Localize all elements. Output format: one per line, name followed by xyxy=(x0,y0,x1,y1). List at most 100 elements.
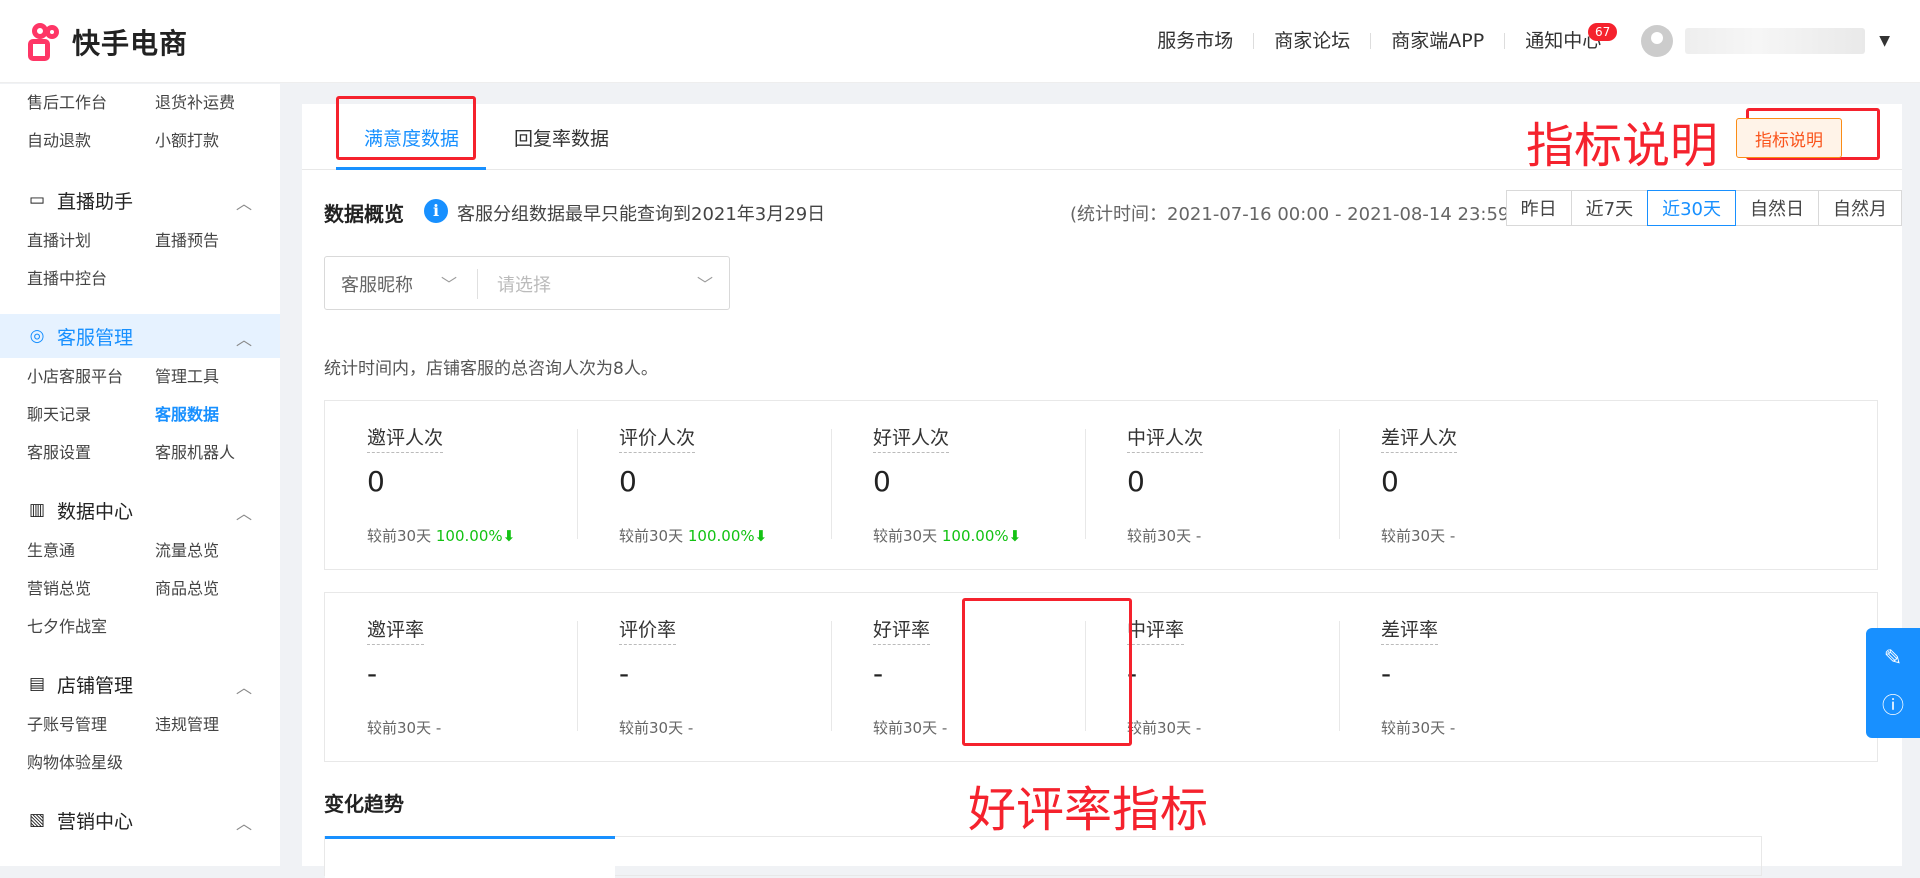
compare-change: - xyxy=(1449,719,1456,737)
chevron-down-icon: ﹀ xyxy=(441,275,458,294)
metric-value: 0 xyxy=(367,465,385,498)
sidebar-group-customer-service[interactable]: ◎ 客服管理 ︿ xyxy=(0,314,280,358)
metric-value: 0 xyxy=(873,465,891,498)
store-icon: ▤ xyxy=(28,674,46,694)
sidebar-group-marketing-center[interactable]: ▧ 营销中心 ︿ xyxy=(0,798,280,842)
compare-label: 较前30天 xyxy=(619,527,684,545)
sidebar-group-title: 店铺管理 xyxy=(57,674,134,697)
divider xyxy=(577,429,578,539)
top-nav: 服务市场 商家论坛 商家端APP 通知中心 67 ▼ xyxy=(1137,20,1890,62)
sidebar-item-shopping-rating[interactable]: 购物体验星级 xyxy=(27,744,155,782)
arrow-down-icon: ⬇ xyxy=(502,527,516,545)
caret-down-icon[interactable]: ▼ xyxy=(1879,33,1890,49)
date-range-selector: 昨日 近7天 近30天 自然日 自然月 xyxy=(1505,190,1902,226)
cs-nickname-filter[interactable]: 客服昵称 ﹀ 请选择 ﹀ xyxy=(324,256,730,310)
sidebar-item-live-plan[interactable]: 直播计划 xyxy=(27,222,155,260)
trend-icon: ▧ xyxy=(28,810,46,830)
overview-info-text: 客服分组数据最早只能查询到2021年3月29日 xyxy=(457,204,826,225)
compare-change: - xyxy=(687,719,694,737)
chevron-up-icon: ︿ xyxy=(235,194,252,213)
filter-field-select[interactable]: 客服昵称 xyxy=(341,271,413,297)
arrow-down-icon: ⬇ xyxy=(1008,527,1022,545)
sidebar-item-chat-records[interactable]: 聊天记录 xyxy=(27,396,155,434)
compare-label: 较前30天 xyxy=(1381,719,1446,737)
logo[interactable]: 快手电商 xyxy=(28,22,188,62)
compare-change: 100.00% xyxy=(435,527,503,545)
sidebar-item-cs-robot[interactable]: 客服机器人 xyxy=(155,434,280,472)
sidebar-item-shengyitong[interactable]: 生意通 xyxy=(27,532,155,570)
sidebar-item-product-overview[interactable]: 商品总览 xyxy=(155,570,280,608)
sidebar-item-violations[interactable]: 违规管理 xyxy=(155,706,280,744)
sidebar-item-auto-refund[interactable]: 自动退款 xyxy=(27,122,155,160)
sidebar: 售后工作台 退货补运费 自动退款 小额打款 ▭ 直播助手 ︿ 直播计划 直播预告… xyxy=(0,84,280,866)
sidebar-item-return-shipping[interactable]: 退货补运费 xyxy=(155,84,280,122)
metric-compare: 较前30天 100.00%⬇ xyxy=(619,525,767,546)
metric-compare: 较前30天 100.00%⬇ xyxy=(367,525,515,546)
sidebar-item-cs-settings[interactable]: 客服设置 xyxy=(27,434,155,472)
range-natural-month[interactable]: 自然月 xyxy=(1818,190,1902,226)
metric-compare: 较前30天 - xyxy=(367,717,441,738)
compare-label: 较前30天 xyxy=(1127,719,1192,737)
sidebar-item-live-console[interactable]: 直播中控台 xyxy=(27,260,155,298)
user-name-blurred[interactable] xyxy=(1685,28,1866,54)
divider xyxy=(1339,429,1340,539)
sidebar-item-small-payment[interactable]: 小额打款 xyxy=(155,122,280,160)
filter-value-select[interactable]: 请选择 xyxy=(497,271,551,297)
compare-change: 100.00% xyxy=(941,527,1009,545)
annotation-box-tab xyxy=(336,96,476,160)
metric-name[interactable]: 好评人次 xyxy=(873,423,950,453)
metric-name[interactable]: 评价率 xyxy=(619,615,677,645)
edit-icon[interactable]: ✎ xyxy=(1880,646,1906,672)
info-icon: i xyxy=(424,199,448,223)
metric-name[interactable]: 差评率 xyxy=(1381,615,1439,645)
sidebar-group-store-management[interactable]: ▤ 店铺管理 ︿ xyxy=(0,662,280,706)
nav-service-market[interactable]: 服务市场 xyxy=(1137,32,1255,51)
sidebar-group-data-center[interactable]: ▥ 数据中心 ︿ xyxy=(0,488,280,532)
sidebar-item-aftersale-workbench[interactable]: 售后工作台 xyxy=(27,84,155,122)
chat-icon: ◎ xyxy=(29,326,45,346)
compare-label: 较前30天 xyxy=(1127,527,1192,545)
metric-name[interactable]: 好评率 xyxy=(873,615,931,645)
metric-explain-button[interactable]: 指标说明 xyxy=(1736,118,1842,158)
metric-name[interactable]: 差评人次 xyxy=(1381,423,1458,453)
compare-change: 100.00% xyxy=(687,527,755,545)
range-30-days[interactable]: 近30天 xyxy=(1647,190,1736,226)
annotation-good-rate: 好评率指标 xyxy=(968,782,1209,838)
range-yesterday[interactable]: 昨日 xyxy=(1505,190,1572,226)
nav-notification-center[interactable]: 通知中心 67 xyxy=(1505,23,1621,51)
range-7-days[interactable]: 近7天 xyxy=(1570,190,1649,226)
metric-compare: 较前30天 - xyxy=(1127,525,1201,546)
sidebar-item-traffic-overview[interactable]: 流量总览 xyxy=(155,532,280,570)
alert-circle-icon[interactable]: ⓘ xyxy=(1880,694,1906,720)
metric-name[interactable]: 邀评率 xyxy=(367,615,425,645)
sidebar-group-live-assistant[interactable]: ▭ 直播助手 ︿ xyxy=(0,178,280,222)
metric-compare: 较前30天 - xyxy=(1127,717,1201,738)
range-natural-day[interactable]: 自然日 xyxy=(1735,190,1819,226)
sidebar-item-sub-accounts[interactable]: 子账号管理 xyxy=(27,706,155,744)
sidebar-item-marketing-overview[interactable]: 营销总览 xyxy=(27,570,155,608)
metric-name[interactable]: 邀评人次 xyxy=(367,423,444,453)
compare-label: 较前30天 xyxy=(873,527,938,545)
nav-merchant-forum[interactable]: 商家论坛 xyxy=(1254,32,1372,51)
annotation-box-good-rate xyxy=(962,598,1132,746)
compare-change: - xyxy=(1449,527,1456,545)
sidebar-item-management-tools[interactable]: 管理工具 xyxy=(155,358,280,396)
sidebar-item-live-preview[interactable]: 直播预告 xyxy=(155,222,280,260)
metric-name[interactable]: 评价人次 xyxy=(619,423,696,453)
tab-reply-rate-data[interactable]: 回复率数据 xyxy=(514,124,609,151)
trend-title: 变化趋势 xyxy=(324,792,404,816)
chevron-up-icon: ︿ xyxy=(235,504,252,523)
sidebar-item-qixi-warroom[interactable]: 七夕作战室 xyxy=(27,608,155,646)
metric-name[interactable]: 中评率 xyxy=(1127,615,1185,645)
avatar[interactable] xyxy=(1641,25,1674,57)
metric-bad-review-count: 差评人次 0 较前30天 - xyxy=(1339,401,1649,571)
compare-label: 较前30天 xyxy=(873,719,938,737)
sidebar-item-cs-data[interactable]: 客服数据 xyxy=(155,396,280,434)
kuaishou-logo-icon xyxy=(28,23,64,61)
trend-tab-active[interactable] xyxy=(325,836,615,878)
nav-merchant-app[interactable]: 商家端APP xyxy=(1371,32,1506,51)
sidebar-item-store-cs-platform[interactable]: 小店客服平台 xyxy=(27,358,155,396)
sidebar-group-title: 客服管理 xyxy=(57,326,134,349)
metric-name[interactable]: 中评人次 xyxy=(1127,423,1204,453)
divider xyxy=(1339,621,1340,731)
